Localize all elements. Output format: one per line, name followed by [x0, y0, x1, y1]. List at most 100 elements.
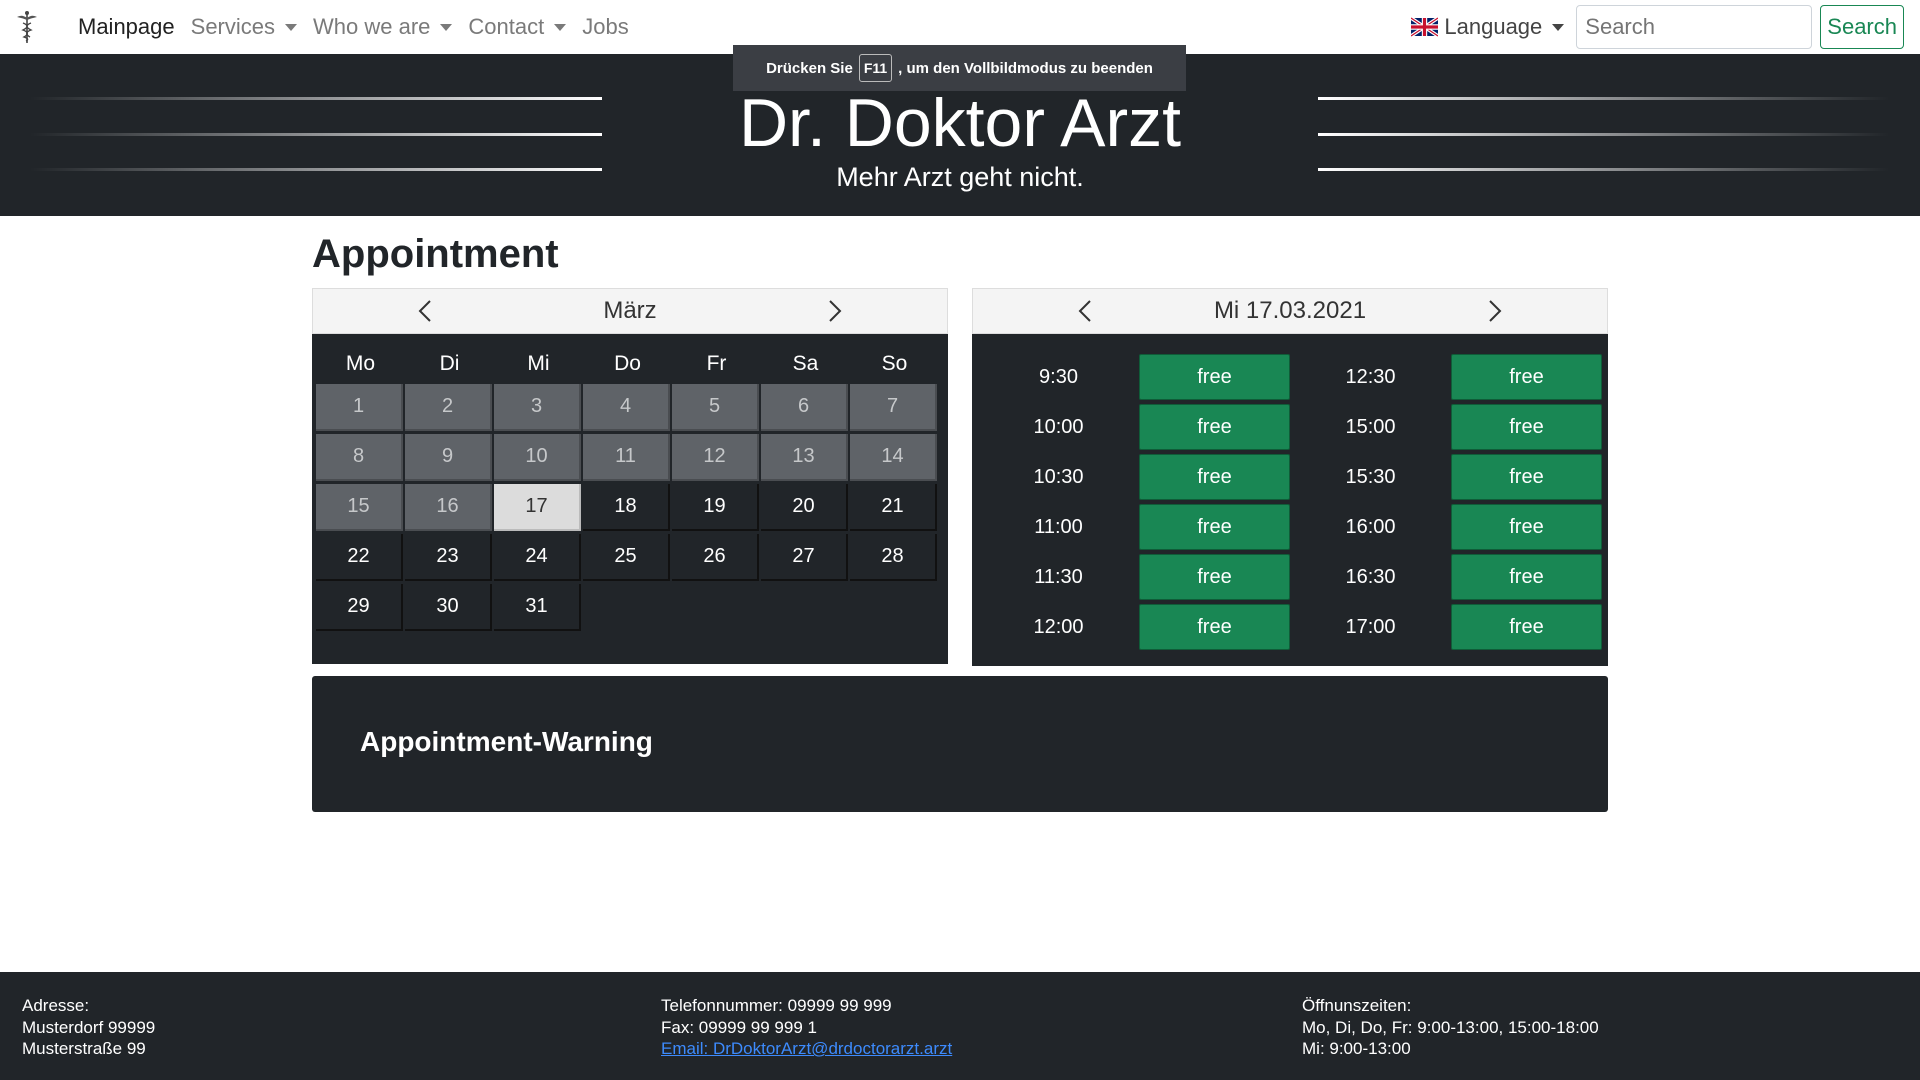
hours-wednesday: Mi: 9:00-13:00	[1302, 1039, 1411, 1058]
nav-item-services[interactable]: Services	[191, 14, 297, 40]
calendar-day[interactable]: 29	[316, 584, 403, 631]
calendar-day: 1	[316, 384, 403, 431]
footer-address: Adresse: Musterdorf 99999 Musterstraße 9…	[22, 995, 155, 1060]
weekday-label: Di	[439, 352, 460, 375]
nav-item-label: Who we are	[313, 14, 431, 39]
timeslot-time: 11:00	[1034, 515, 1083, 538]
calendar-day: 4	[583, 384, 670, 431]
timeslot-time: 15:00	[1345, 415, 1396, 438]
phone-number: Telefonnummer: 09999 99 999	[661, 996, 892, 1015]
language-dropdown[interactable]: Language	[1411, 14, 1565, 40]
calendar-day: 5	[672, 384, 759, 431]
caret-down-icon	[1552, 23, 1565, 31]
timeslot-book-button[interactable]: free	[1138, 604, 1290, 650]
timeslot-book-button[interactable]: free	[1450, 454, 1602, 500]
timeslot-row: 10:30 free	[978, 452, 1290, 502]
weekday-label: Mo	[345, 352, 376, 375]
calendar-day[interactable]: 23	[405, 534, 492, 581]
timeslot-book-button[interactable]: free	[1450, 554, 1602, 600]
calendar-month: März	[603, 297, 657, 324]
calendar-day[interactable]: 19	[672, 484, 759, 531]
timeslot-row: 10:00 free	[978, 402, 1290, 452]
search-input[interactable]	[1576, 5, 1813, 49]
timeslot-header: Mi 17.03.2021	[972, 288, 1608, 334]
calendar-day[interactable]: 30	[405, 584, 492, 631]
language-label: Language	[1444, 14, 1543, 39]
timeslot-time: 16:00	[1345, 515, 1396, 538]
timeslot-time: 15:30	[1345, 465, 1396, 488]
timeslot-book-button[interactable]: free	[1138, 404, 1290, 450]
calendar-day[interactable]: 31	[494, 584, 581, 631]
timeslot-book-button[interactable]: free	[1450, 354, 1602, 400]
timeslot-book-button[interactable]: free	[1138, 504, 1290, 550]
timeslot-time: 17:00	[1345, 615, 1396, 638]
calendar-day: 16	[405, 484, 492, 531]
timeslot-book-button[interactable]: free	[1450, 504, 1602, 550]
timeslot-row: 15:30 free	[1290, 452, 1602, 502]
nav-item-label: Contact	[468, 14, 545, 39]
prev-month-button[interactable]	[413, 296, 437, 326]
timeslot-column: 9:30 free 10:00 free 10:30 free 11:00 free 11:30…	[978, 352, 1290, 652]
calendar-day: 2	[405, 384, 492, 431]
calendar-day[interactable]: 25	[583, 534, 670, 581]
calendar-day[interactable]: 28	[850, 534, 937, 581]
nav-menu: Mainpage Services Who we are Contact Job…	[78, 14, 645, 40]
weekday-label: Fr	[706, 352, 727, 375]
nav-item-label: Services	[190, 14, 275, 39]
calendar-day: 11	[583, 434, 670, 481]
f11-key: F11	[858, 54, 893, 82]
calendar-day[interactable]: 21	[850, 484, 937, 531]
timeslot-grid: 9:30 free 10:00 free 10:30 free 11:00 free 11:30…	[972, 352, 1608, 652]
fax-number: Fax: 09999 99 999 1	[661, 1017, 817, 1037]
calendar-day[interactable]: 18	[583, 484, 670, 531]
footer-contact: Telefonnummer: 09999 99 999 Fax: 09999 9…	[661, 995, 952, 1060]
timeslot-row: 15:00 free	[1290, 402, 1602, 452]
weekday-label: So	[881, 352, 908, 375]
fullscreen-notice: Drücken Sie F11 , um den Vollbildmodus z…	[733, 45, 1186, 91]
nav-item-mainpage[interactable]: Mainpage	[78, 14, 175, 40]
calendar-panel: März Mo Di Mi Do Fr Sa So 1 2 3 4 5 6 7 8 9 10 11 12 13 14 1…	[312, 288, 948, 664]
calendar-day: 10	[494, 434, 581, 481]
calendar-day[interactable]: 22	[316, 534, 403, 581]
next-day-button[interactable]	[1483, 296, 1507, 326]
calendar-days: 1 2 3 4 5 6 7 8 9 10 11 12 13 14 15 16 17 18 19 20 21 22 23 24 2…	[312, 384, 948, 634]
search-button[interactable]: Search	[1820, 5, 1904, 49]
timeslot-book-button[interactable]: free	[1138, 454, 1290, 500]
footer-hours: Öffnunszeiten: Mo, Di, Do, Fr: 9:00-13:0…	[1302, 995, 1599, 1060]
calendar-day: 7	[850, 384, 937, 431]
appointment-warning-panel: Appointment-Warning	[312, 676, 1608, 812]
chevron-right-icon	[1489, 300, 1502, 322]
brand-logo[interactable]	[0, 0, 54, 54]
calendar-day: 14	[850, 434, 937, 481]
calendar-header: März	[312, 288, 948, 334]
nav-item-contact[interactable]: Contact	[468, 14, 567, 40]
timeslot-book-button[interactable]: free	[1138, 554, 1290, 600]
nav-item-label: Mainpage	[78, 14, 175, 39]
timeslot-row: 12:00 free	[978, 602, 1290, 652]
calendar-day[interactable]: 20	[761, 484, 848, 531]
calendar-day[interactable]: 26	[672, 534, 759, 581]
chevron-right-icon	[829, 300, 842, 322]
calendar-day-selected[interactable]: 17	[494, 484, 581, 531]
next-month-button[interactable]	[823, 296, 847, 326]
weekday-label: Sa	[792, 352, 819, 375]
email-link[interactable]: Email: DrDoktorArzt@drdoctorarzt.arzt	[661, 1038, 952, 1060]
timeslot-book-button[interactable]: free	[1450, 604, 1602, 650]
calendar-day[interactable]: 27	[761, 534, 848, 581]
calendar-day: 12	[672, 434, 759, 481]
calendar-day[interactable]: 24	[494, 534, 581, 581]
nav-item-jobs[interactable]: Jobs	[582, 14, 628, 40]
chevron-left-icon	[1078, 300, 1091, 322]
nav-item-who-we-are[interactable]: Who we are	[313, 14, 453, 40]
hero-subtitle: Mehr Arzt geht nicht.	[836, 162, 1084, 192]
nav-right: Language Search	[1411, 5, 1904, 49]
address-heading: Adresse:	[22, 996, 90, 1015]
fullscreen-notice-text-after: , um den Vollbildmodus zu beenden	[898, 59, 1153, 77]
timeslot-book-button[interactable]: free	[1450, 404, 1602, 450]
uk-flag-icon	[1411, 17, 1439, 37]
calendar-day: 9	[405, 434, 492, 481]
timeslot-book-button[interactable]: free	[1138, 354, 1290, 400]
hours-weekdays: Mo, Di, Do, Fr: 9:00-13:00, 15:00-18:00	[1302, 1017, 1599, 1037]
prev-day-button[interactable]	[1073, 296, 1097, 326]
timeslot-column: 12:30 free 15:00 free 15:30 free 16:00 free 16:3…	[1290, 352, 1602, 652]
